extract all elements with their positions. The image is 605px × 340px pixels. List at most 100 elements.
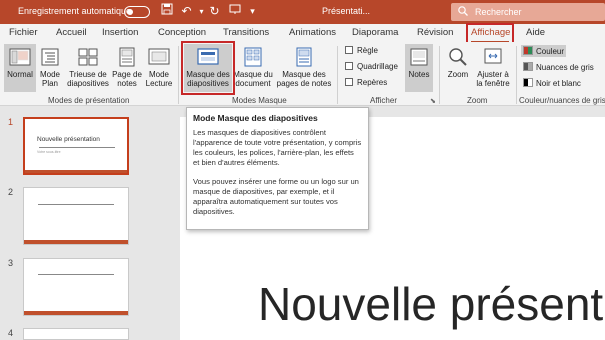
tab-diaporama[interactable]: Diaporama — [352, 27, 398, 38]
fit-window-icon — [484, 48, 502, 64]
guides-checkbox[interactable]: Repères — [345, 78, 387, 87]
grayscale-mode-option[interactable]: Nuances de gris — [523, 62, 594, 72]
normal-label: Normal — [7, 70, 33, 79]
save-icon[interactable] — [158, 3, 175, 20]
gridlines-label: Quadrillage — [357, 62, 398, 71]
thumb-title: Nouvelle présentation — [37, 136, 100, 143]
ruler-checkbox[interactable]: Règle — [345, 46, 378, 55]
tab-fichier[interactable]: Fichier — [9, 27, 38, 38]
toggle-knob — [127, 9, 133, 15]
thumb-divider — [38, 274, 114, 275]
group-separator — [516, 46, 517, 104]
document-title: Présentati... — [322, 6, 371, 16]
thumb-divider — [39, 147, 115, 148]
fit-window-button[interactable]: Ajuster à la fenêtre — [474, 44, 512, 92]
ribbon-affichage: Normal Mode Plan Trieuse de diapositives… — [0, 42, 605, 106]
zoom-button[interactable]: Zoom — [445, 44, 471, 92]
checkbox-box — [345, 62, 353, 70]
tab-transitions[interactable]: Transitions — [223, 27, 269, 38]
ribbon-tab-bar: Fichier Accueil Insertion Conception Tra… — [0, 24, 605, 42]
tooltip-paragraph-1: Les masques de diapositives contrôlent l… — [193, 128, 362, 167]
slide-master-highlight-box — [181, 41, 235, 95]
modes-masque-group-label: Modes Masque — [232, 96, 287, 105]
handout-master-label-2: document — [235, 79, 271, 88]
slide-thumbnail-2[interactable] — [23, 187, 129, 245]
slide-thumbnail-3[interactable] — [23, 258, 129, 316]
couleur-group-label: Couleur/nuances de gris — [519, 96, 605, 105]
black-white-swatch-icon — [523, 78, 533, 87]
slide-title[interactable]: Nouvelle présent — [258, 277, 603, 331]
handout-master-button[interactable]: Masque du document — [233, 44, 273, 92]
title-bar: Enregistrement automatique ↶ ▾ ↻ ▾ Prése… — [0, 0, 605, 24]
tab-insertion[interactable]: Insertion — [102, 27, 138, 38]
notes-page-button[interactable]: Page de notes — [111, 44, 143, 92]
normal-view-button[interactable]: Normal — [4, 44, 36, 92]
slide-thumbnail-1[interactable]: Nouvelle présentation Votre sous-titre — [23, 117, 129, 175]
customize-toolbar-icon[interactable]: ▾ — [244, 3, 261, 20]
thumb-accent-bar — [24, 240, 128, 244]
normal-view-icon — [9, 48, 31, 66]
notes-toggle-button[interactable]: Notes — [405, 44, 433, 92]
gridlines-checkbox[interactable]: Quadrillage — [345, 62, 398, 71]
zoom-group-label: Zoom — [467, 96, 488, 105]
notes-master-button[interactable]: Masque des pages de notes — [275, 44, 333, 92]
guides-label: Repères — [357, 78, 388, 87]
dialog-launcher-icon[interactable]: ⬊ — [430, 97, 436, 105]
tab-revision[interactable]: Révision — [417, 27, 453, 38]
thumb-subtitle: Votre sous-titre — [37, 150, 61, 154]
zoom-icon — [449, 48, 467, 66]
slide-thumbnail-4[interactable] — [23, 328, 129, 340]
notes-page-label-1: Page de — [112, 70, 142, 79]
tab-conception[interactable]: Conception — [158, 27, 206, 38]
search-placeholder: Rechercher — [475, 7, 522, 17]
notes-label: Notes — [408, 70, 430, 79]
slide-number: 2 — [8, 187, 14, 197]
tooltip-title: Mode Masque des diapositives — [193, 113, 318, 123]
search-icon — [458, 6, 468, 16]
notes-master-label-2: pages de notes — [276, 79, 332, 88]
color-swatch-icon — [523, 46, 533, 55]
reading-view-icon — [148, 48, 170, 65]
slide-number: 4 — [8, 328, 14, 338]
color-label: Couleur — [536, 47, 565, 56]
slide-sorter-button[interactable]: Trieuse de diapositives — [66, 44, 110, 92]
handout-master-label-1: Masque du — [233, 70, 273, 79]
tab-accueil[interactable]: Accueil — [56, 27, 87, 38]
outline-label-1: Mode — [39, 70, 60, 79]
black-white-label: Noir et blanc — [536, 79, 581, 88]
black-white-mode-option[interactable]: Noir et blanc — [523, 78, 581, 88]
handout-master-icon — [244, 47, 262, 67]
slide-number: 3 — [8, 258, 14, 268]
outline-view-icon — [41, 48, 59, 66]
group-separator — [337, 46, 338, 104]
zoom-label: Zoom — [447, 70, 469, 79]
slide-thumbnails-pane: 1 Nouvelle présentation Votre sous-titre… — [0, 107, 150, 340]
reading-label-1: Mode — [148, 70, 169, 79]
tooltip-body: Les masques de diapositives contrôlent l… — [193, 128, 362, 217]
slide-sorter-label-2: diapositives — [67, 79, 109, 88]
reading-label-2: Lecture — [145, 79, 173, 88]
autosave-toggle[interactable] — [124, 6, 150, 18]
fit-window-label-2: la fenêtre — [476, 79, 510, 88]
notes-page-icon — [119, 47, 135, 67]
slide-sorter-icon — [78, 48, 98, 66]
thumb-accent-bar — [25, 170, 127, 173]
presentation-icon[interactable] — [226, 3, 243, 20]
grayscale-swatch-icon — [523, 62, 533, 71]
notes-master-icon — [296, 47, 312, 67]
notes-master-label-1: Masque des — [282, 70, 326, 79]
notes-page-label-2: notes — [117, 79, 137, 88]
slide-master-tooltip: Mode Masque des diapositives Les masques… — [186, 107, 369, 230]
afficher-group-label: Afficher — [370, 96, 397, 105]
thumb-accent-bar — [24, 311, 128, 315]
tooltip-paragraph-2: Vous pouvez insérer une forme ou un logo… — [193, 177, 359, 216]
reading-view-button[interactable]: Mode Lecture — [144, 44, 174, 92]
redo-icon[interactable]: ↻ — [206, 3, 223, 20]
outline-view-button[interactable]: Mode Plan — [37, 44, 63, 92]
slide-sorter-label-1: Trieuse de — [69, 70, 107, 79]
slide-number: 1 — [8, 117, 14, 127]
tab-aide[interactable]: Aide — [526, 27, 545, 38]
color-mode-option[interactable]: Couleur — [521, 45, 567, 57]
tab-animations[interactable]: Animations — [289, 27, 336, 38]
search-box[interactable]: Rechercher — [451, 3, 605, 21]
